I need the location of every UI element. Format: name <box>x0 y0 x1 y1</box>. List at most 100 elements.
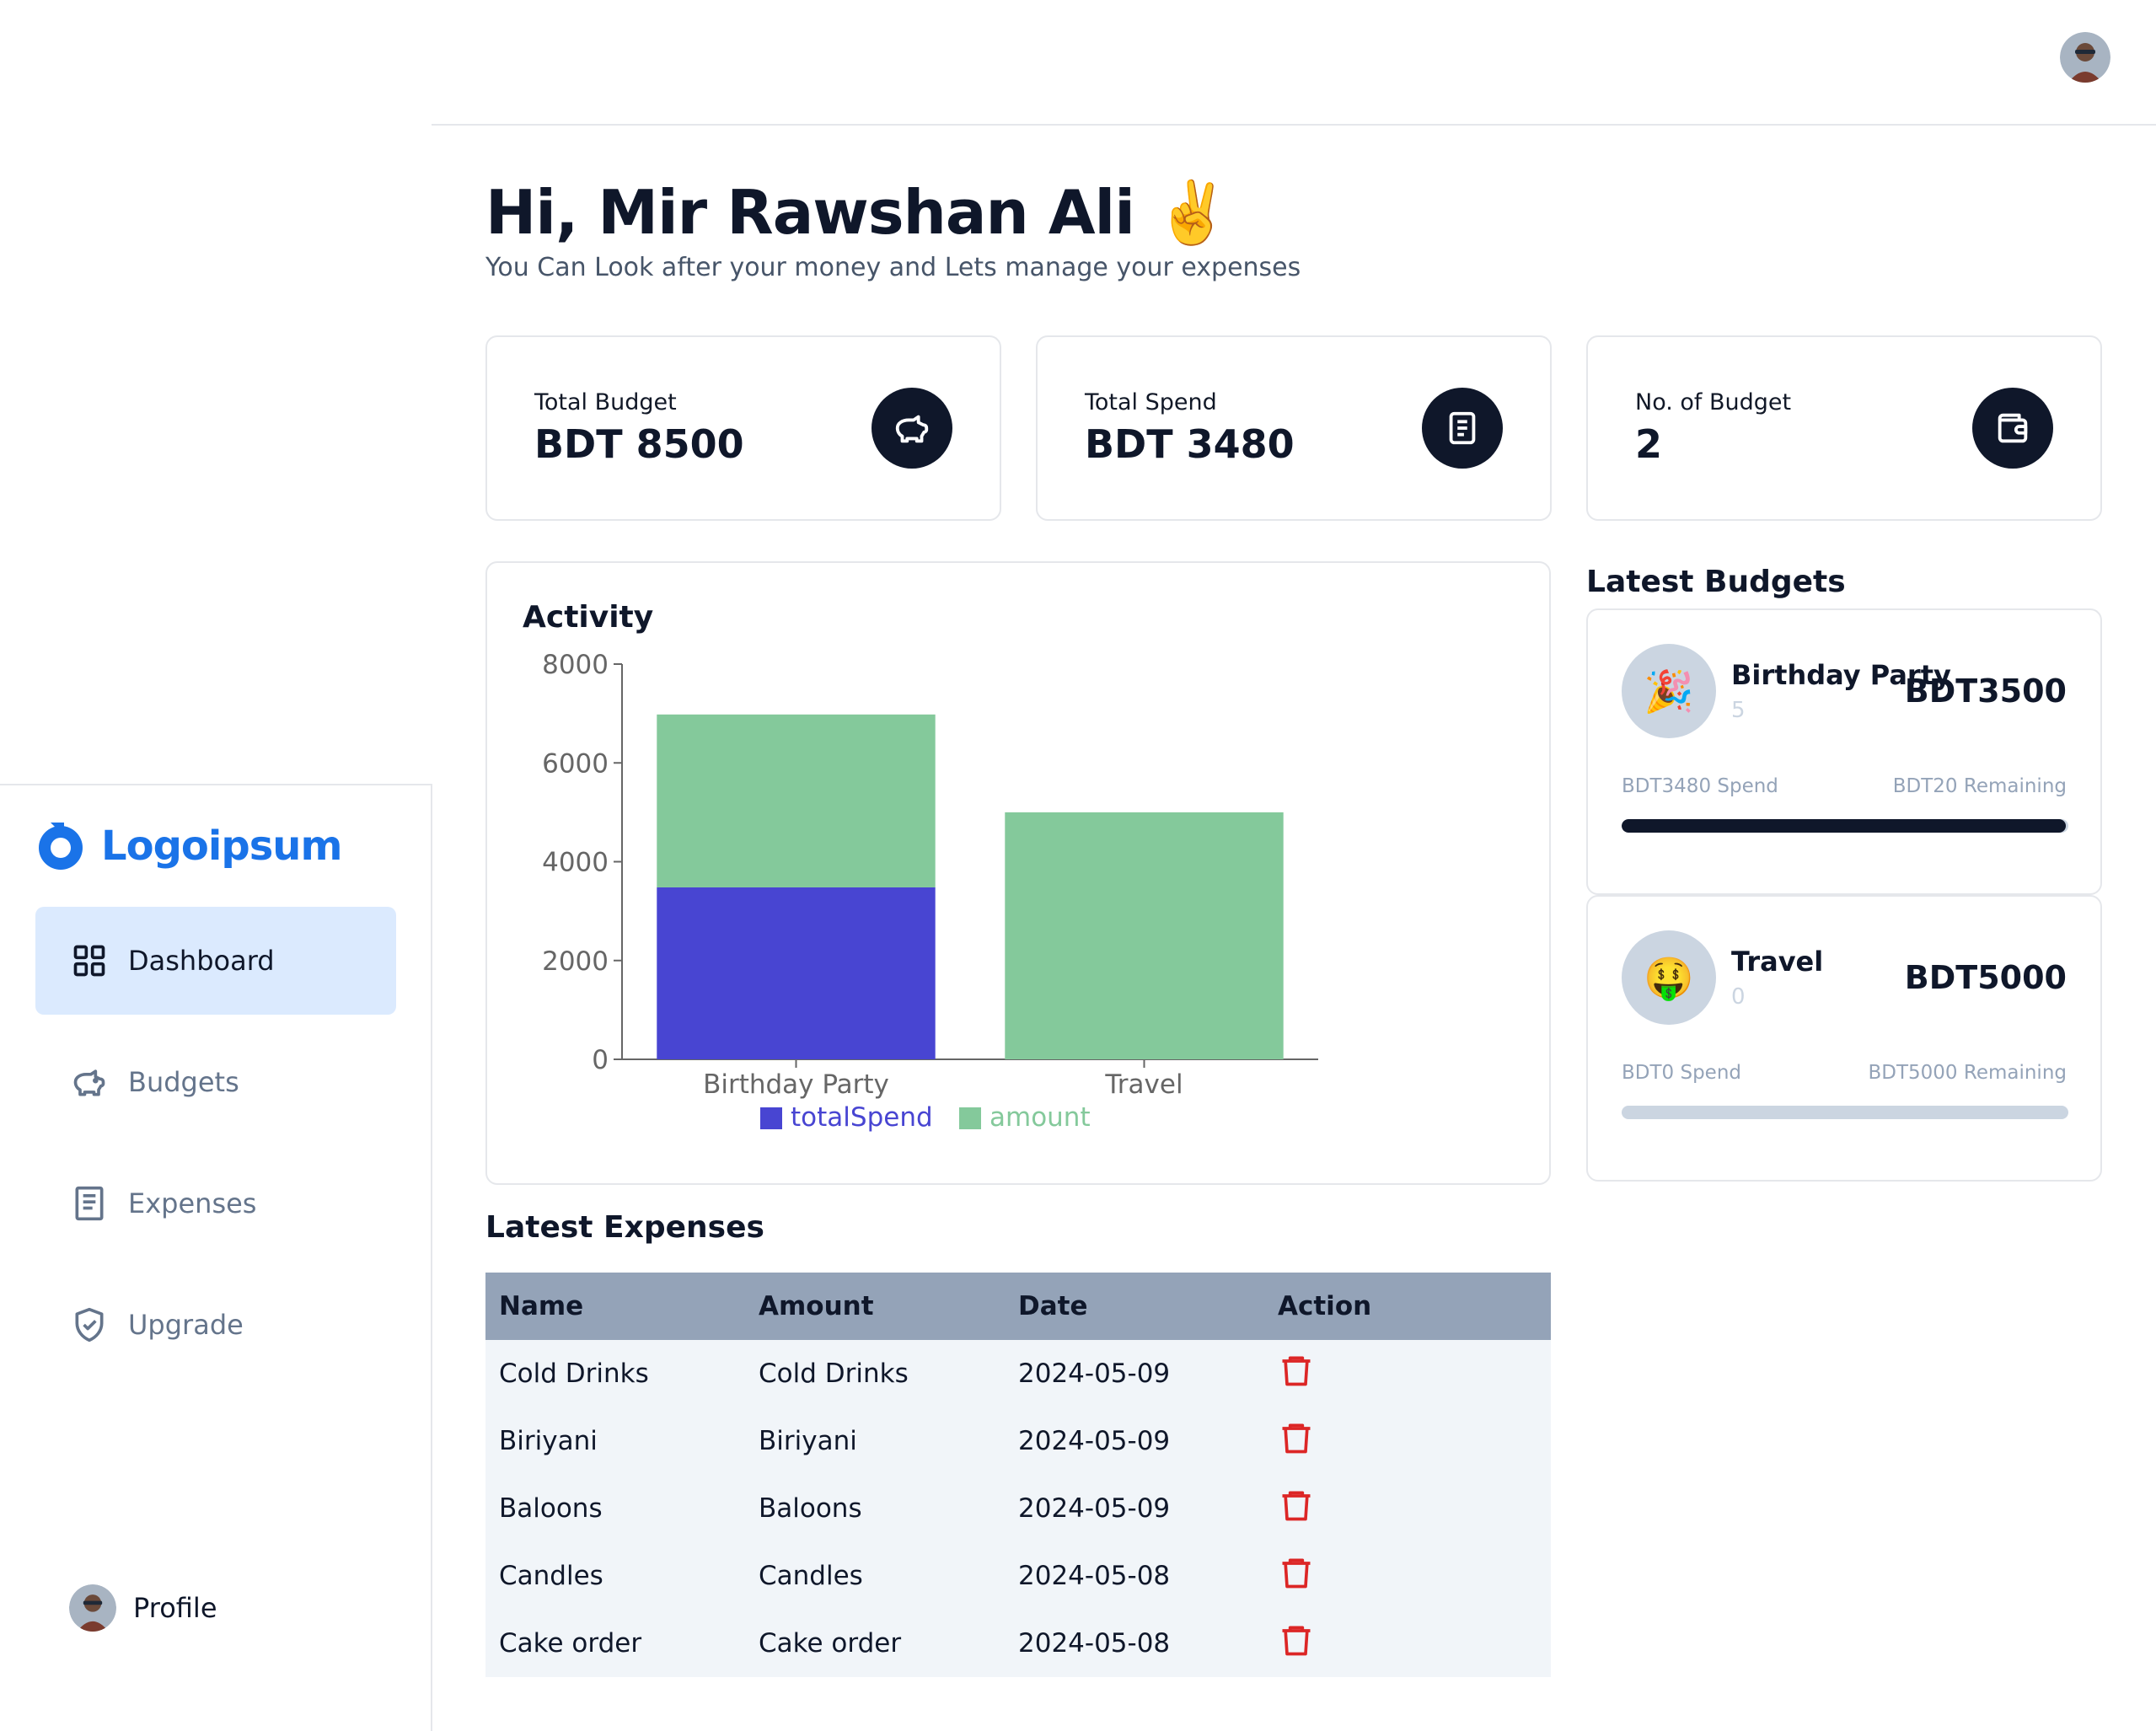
sidebar-item-label: Dashboard <box>128 945 275 977</box>
budget-remaining: BDT5000 Remaining <box>1868 1062 2067 1084</box>
y-tick-label: 8000 <box>542 650 609 680</box>
budget-name: Travel <box>1731 946 1824 978</box>
expense-name: Biriyani <box>499 1426 598 1456</box>
expense-action <box>1264 1621 1524 1665</box>
sidebar-item-label: Budgets <box>128 1066 239 1098</box>
expense-name: Candles <box>499 1561 603 1591</box>
budget-amount: BDT3500 <box>1904 673 2067 710</box>
table-row: Candles Candles 2024-05-08 <box>485 1542 1551 1610</box>
column-header: Date <box>1018 1291 1088 1321</box>
expense-date: 2024-05-09 <box>1018 1493 1171 1524</box>
sidebar-item-upgrade[interactable]: Upgrade <box>35 1271 396 1379</box>
page-subtitle: You Can Look after your money and Lets m… <box>485 253 1301 282</box>
budget-progress-bar <box>1622 1106 2068 1119</box>
expense-name: Cake order <box>499 1628 642 1659</box>
expense-amount: Baloons <box>759 1493 862 1524</box>
expense-action <box>1264 1554 1524 1598</box>
table-body: Cold Drinks Cold Drinks 2024-05-09 Biriy… <box>485 1340 1551 1677</box>
sidebar-item-dashboard[interactable]: Dashboard <box>35 907 396 1015</box>
sidebar: Logoipsum Dashboard Budgets Expenses Upg… <box>0 784 432 1731</box>
layout-grid-icon <box>73 945 105 977</box>
y-tick-label: 4000 <box>542 848 609 878</box>
x-tick-label: Travel <box>1104 1069 1183 1100</box>
budget-card[interactable]: 🤑 Travel 0 BDT5000 BDT0 Spend BDT5000 Re… <box>1586 895 2102 1182</box>
table-row: Baloons Baloons 2024-05-09 <box>485 1475 1551 1542</box>
expense-amount: Candles <box>759 1561 863 1591</box>
budget-spend: BDT3480 Spend <box>1622 775 1778 797</box>
expense-amount: Biriyani <box>759 1426 857 1456</box>
budget-progress-fill <box>1622 819 2066 833</box>
budget-spend: BDT0 Spend <box>1622 1062 1742 1084</box>
logo[interactable]: Logoipsum <box>34 819 342 873</box>
budget-remaining: BDT20 Remaining <box>1892 775 2067 797</box>
legend-label: amount <box>990 1102 1091 1133</box>
sidebar-item-budgets[interactable]: Budgets <box>35 1028 396 1136</box>
table-header: Name Amount Date Action <box>485 1273 1551 1340</box>
sidebar-item-label: Expenses <box>128 1187 257 1219</box>
expense-amount: Cold Drinks <box>759 1359 909 1389</box>
receipt-icon <box>1422 388 1503 469</box>
y-tick-label: 2000 <box>542 946 609 977</box>
piggy-bank-icon <box>872 388 952 469</box>
logo-icon <box>39 823 83 870</box>
budget-card[interactable]: 🎉 Birthday Party 5 BDT3500 BDT3480 Spend… <box>1586 608 2102 895</box>
budget-count-card: No. of Budget 2 <box>1586 335 2102 521</box>
card-label: No. of Budget <box>1635 389 1792 415</box>
budget-item-count: 0 <box>1731 984 1746 1010</box>
logo-text: Logoipsum <box>101 823 342 870</box>
budget-emoji: 🎉 <box>1622 644 1716 738</box>
expense-date: 2024-05-08 <box>1018 1628 1171 1659</box>
top-header <box>432 0 2156 126</box>
expense-amount: Cake order <box>759 1628 902 1659</box>
activity-chart: 0 2000 4000 6000 8000 Birthday Party Travel tot… <box>542 650 1318 1133</box>
trash-icon[interactable] <box>1278 1554 1315 1591</box>
expense-date: 2024-05-09 <box>1018 1359 1171 1389</box>
card-value: BDT 8500 <box>534 421 744 467</box>
trash-icon[interactable] <box>1278 1419 1315 1456</box>
y-tick-label: 6000 <box>542 748 609 779</box>
budget-item-count: 5 <box>1731 698 1746 723</box>
page-title: Hi, Mir Rawshan Ali ✌️ <box>485 177 1231 248</box>
card-value: BDT 3480 <box>1085 421 1295 467</box>
table-row: Cold Drinks Cold Drinks 2024-05-09 <box>485 1340 1551 1407</box>
shield-check-icon <box>75 1307 104 1342</box>
legend-label: totalSpend <box>791 1102 933 1133</box>
card-label: Total Budget <box>534 389 677 415</box>
profile-avatar <box>69 1584 116 1632</box>
card-value: 2 <box>1635 421 1663 467</box>
sidebar-item-label: Upgrade <box>128 1309 244 1341</box>
column-header: Amount <box>759 1291 874 1321</box>
expense-date: 2024-05-08 <box>1018 1561 1171 1591</box>
total-budget-card: Total Budget BDT 8500 <box>485 335 1001 521</box>
sidebar-item-expenses[interactable]: Expenses <box>35 1150 396 1257</box>
bar-totalSpend <box>657 887 936 1059</box>
total-spend-card: Total Spend BDT 3480 <box>1036 335 1552 521</box>
budget-emoji: 🤑 <box>1622 930 1716 1025</box>
trash-icon[interactable] <box>1278 1621 1315 1659</box>
trash-icon[interactable] <box>1278 1487 1315 1524</box>
user-avatar[interactable] <box>2060 32 2110 83</box>
table-row: Biriyani Biriyani 2024-05-09 <box>485 1407 1551 1475</box>
x-tick-label: Birthday Party <box>703 1069 889 1100</box>
latest-expenses-title: Latest Expenses <box>485 1210 764 1245</box>
expense-action <box>1264 1487 1524 1530</box>
receipt-icon <box>75 1186 104 1221</box>
column-header: Action <box>1278 1291 1372 1321</box>
piggy-bank-icon <box>73 1069 105 1096</box>
bar-amount <box>1005 812 1284 1059</box>
bar-amount <box>657 714 936 887</box>
expense-name: Baloons <box>499 1493 603 1524</box>
latest-budgets-title: Latest Budgets <box>1586 565 1846 599</box>
expense-action <box>1264 1352 1524 1396</box>
expense-date: 2024-05-09 <box>1018 1426 1171 1456</box>
profile-link[interactable]: Profile <box>69 1584 217 1632</box>
card-label: Total Spend <box>1085 389 1217 415</box>
budget-amount: BDT5000 <box>1904 959 2067 996</box>
table-row: Cake order Cake order 2024-05-08 <box>485 1610 1551 1677</box>
wallet-icon <box>1972 388 2053 469</box>
budget-progress-bar <box>1622 819 2068 833</box>
activity-chart-card: Activity 0 2000 4000 6000 8000 Birthday Party… <box>485 561 1551 1185</box>
expenses-table: Name Amount Date Action Cold Drinks Cold… <box>485 1273 1551 1677</box>
trash-icon[interactable] <box>1278 1352 1315 1389</box>
legend-swatch <box>760 1107 782 1129</box>
